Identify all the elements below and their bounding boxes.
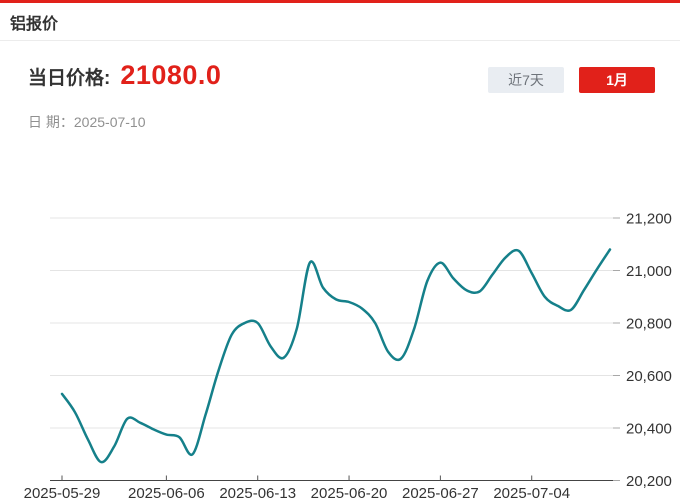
svg-text:20,200: 20,200 [626,473,672,490]
quote-date: 日 期：2025-07-10 [28,112,146,132]
range-button-7days[interactable]: 近7天 [488,67,564,93]
svg-text:20,800: 20,800 [626,316,672,333]
price-value: 21080.0 [120,60,221,91]
price-label: 当日价格: [28,63,110,90]
y-gridlines [50,218,620,481]
svg-text:2025-05-29: 2025-05-29 [24,485,101,502]
svg-text:2025-06-13: 2025-06-13 [219,485,296,502]
price-line-chart[interactable]: 20,200 20,400 20,600 20,800 21,000 21,200 2025… [0,134,680,504]
svg-text:20,600: 20,600 [626,368,672,385]
price-line-series [62,250,610,463]
y-axis-labels: 20,200 20,400 20,600 20,800 21,000 21,200 [626,211,672,491]
range-button-1month[interactable]: 1月 [579,67,655,93]
x-axis: 2025-05-29 2025-06-06 2025-06-13 2025-06-20… [24,476,613,503]
svg-text:21,200: 21,200 [626,211,672,228]
svg-text:2025-06-27: 2025-06-27 [402,485,479,502]
aluminum-quote-panel: 铝报价 当日价格: 21080.0 近7天 1月 日 期：2025-07-10 … [0,0,680,504]
page-title: 铝报价 [10,10,58,34]
svg-text:2025-07-04: 2025-07-04 [493,485,570,502]
range-selector: 近7天 1月 [488,67,655,93]
title-bar: 铝报价 [0,0,680,41]
svg-text:2025-06-20: 2025-06-20 [311,485,388,502]
current-price-row: 当日价格: 21080.0 [28,60,221,91]
svg-text:21,000: 21,000 [626,263,672,280]
svg-text:2025-06-06: 2025-06-06 [128,485,205,502]
svg-text:20,400: 20,400 [626,421,672,438]
